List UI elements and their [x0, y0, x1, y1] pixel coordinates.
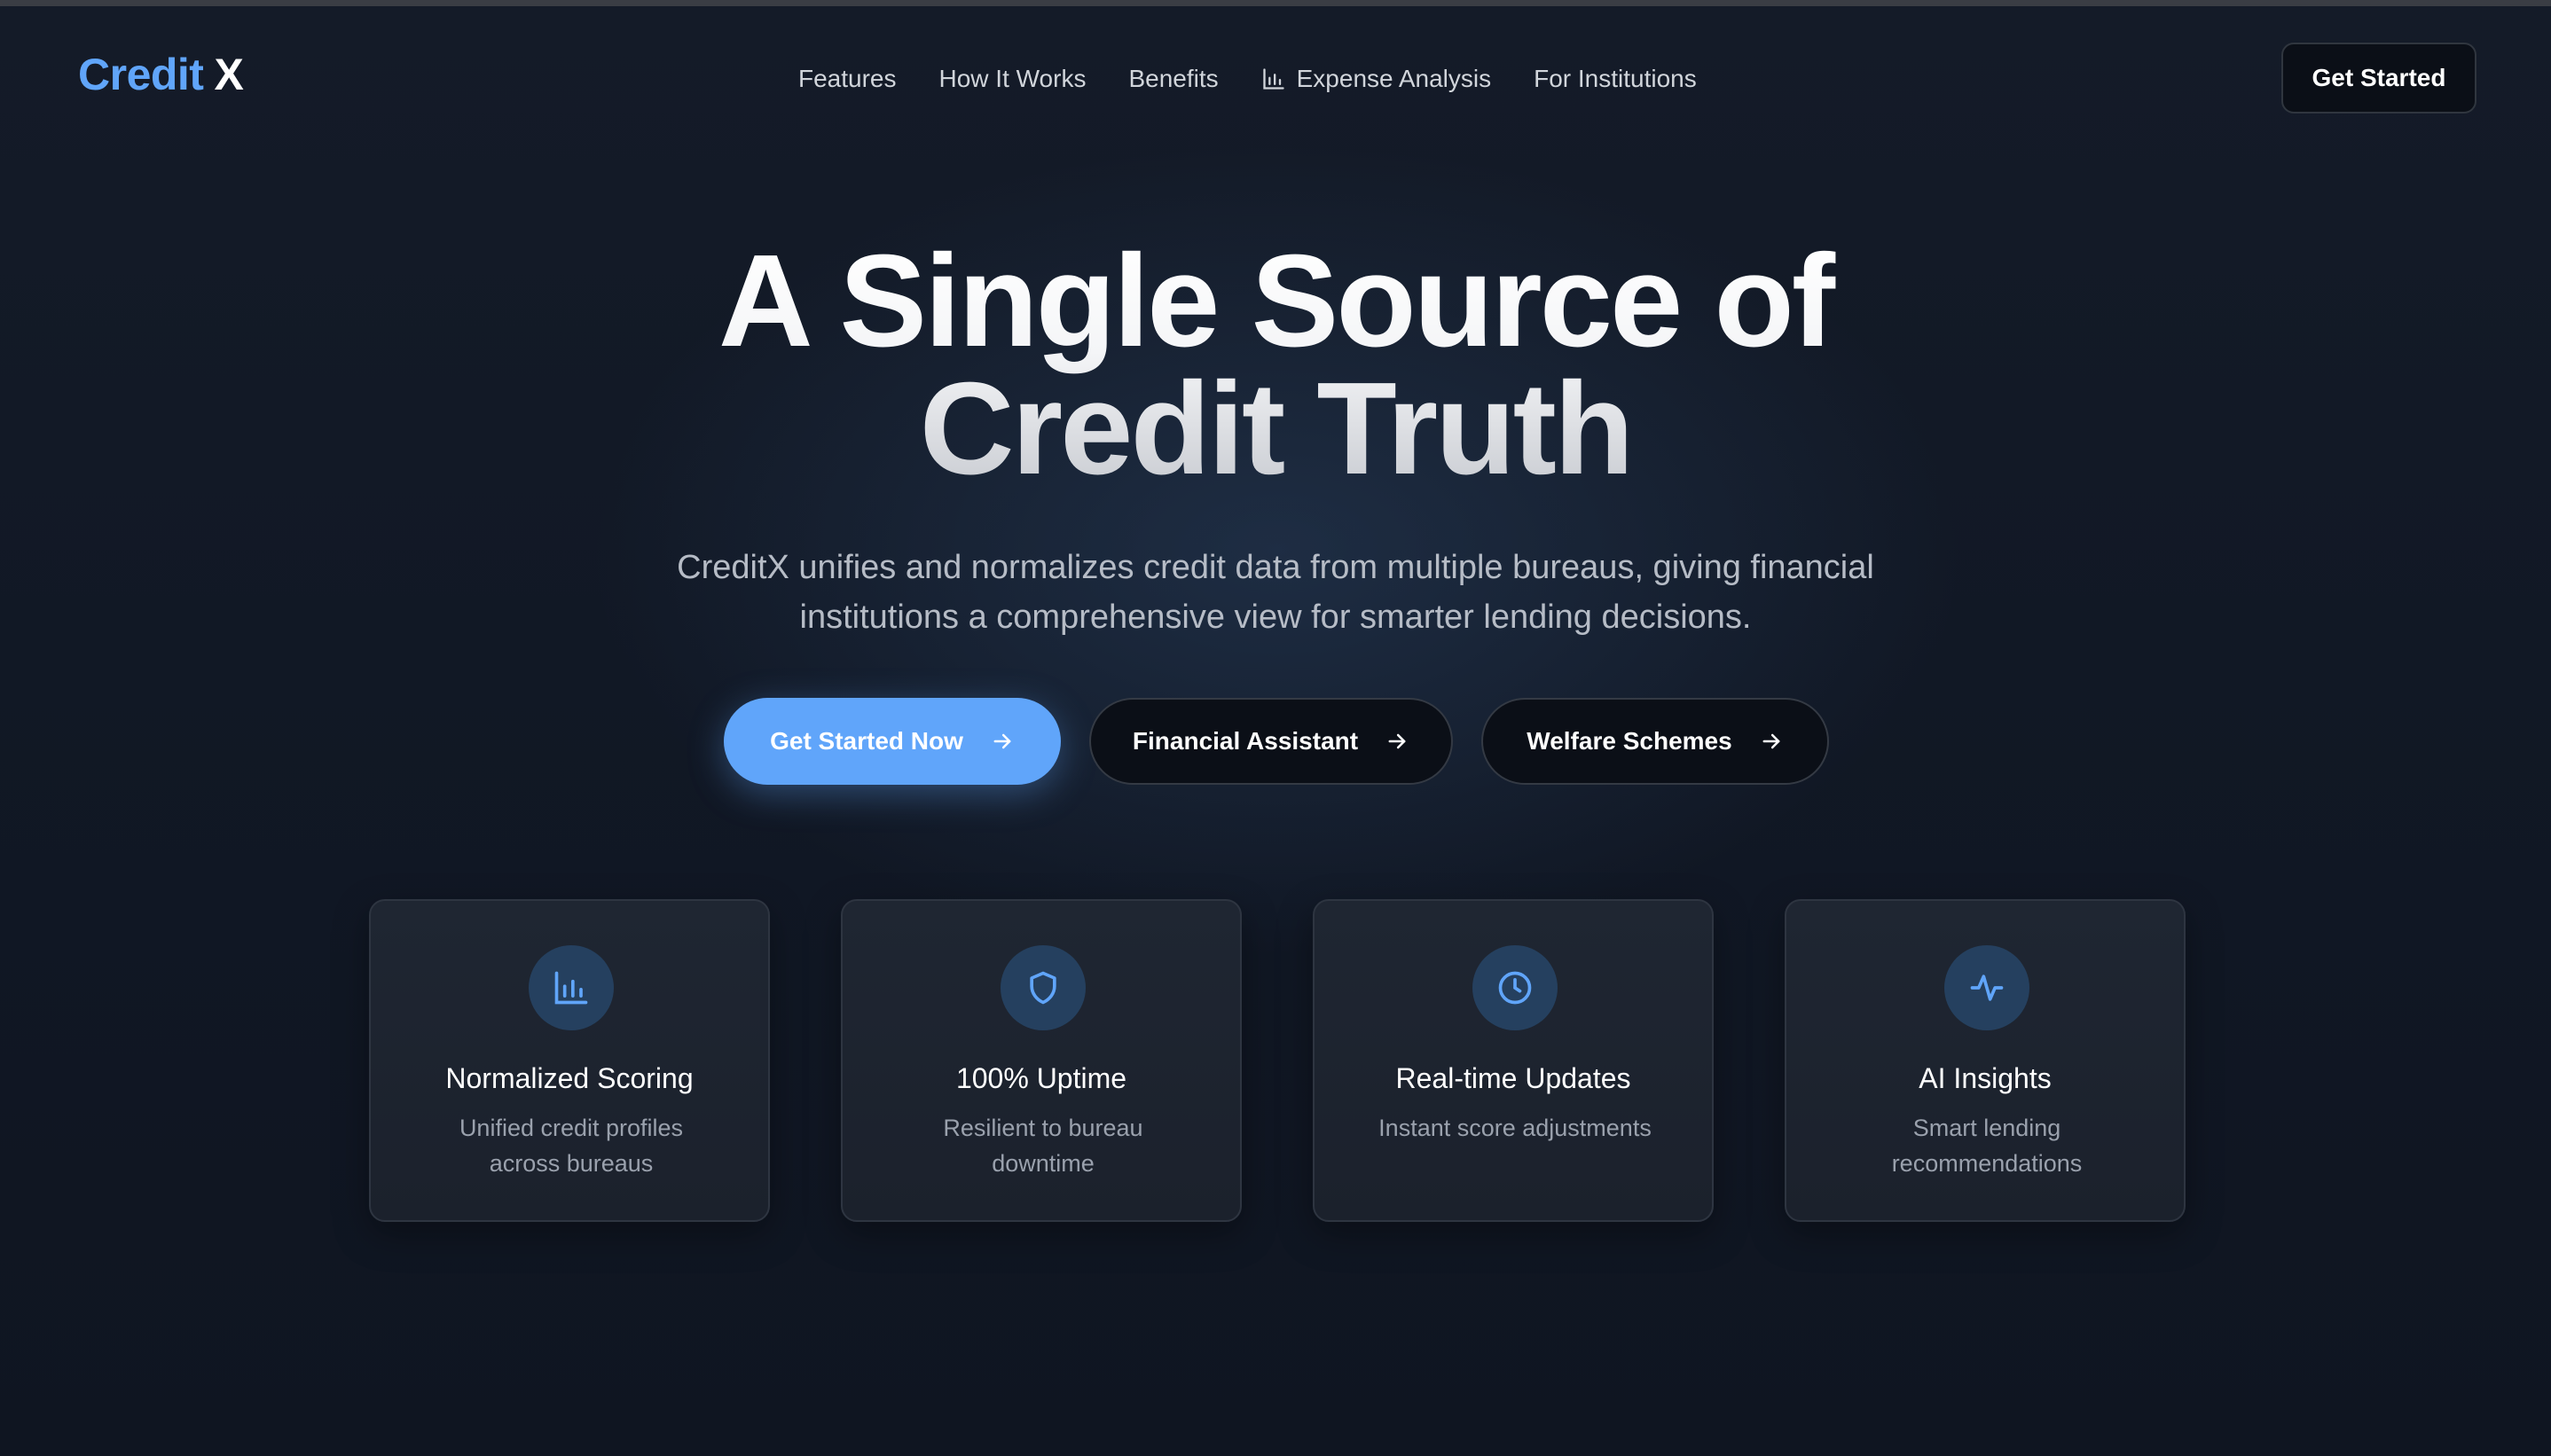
feature-title: AI Insights	[1919, 1062, 2052, 1094]
nav-link-label: Features	[798, 65, 897, 92]
nav-link-label: For Institutions	[1534, 65, 1697, 92]
window-top-strip	[0, 0, 2551, 6]
navbar: Credit X Features How It Works Benefits E…	[0, 6, 2551, 148]
welfare-schemes-button[interactable]: Welfare Schemes	[1481, 698, 1829, 785]
nav-link-benefits[interactable]: Benefits	[1128, 65, 1218, 93]
button-label: Welfare Schemes	[1527, 727, 1732, 755]
nav-link-how-it-works[interactable]: How It Works	[939, 65, 1087, 93]
bar-chart-icon	[1262, 68, 1284, 90]
clock-icon	[1472, 945, 1558, 1030]
nav-link-label: How It Works	[938, 65, 1087, 92]
arrow-right-icon	[990, 729, 1015, 754]
nav-link-label: Expense Analysis	[1296, 65, 1492, 92]
arrow-right-icon	[1759, 729, 1784, 754]
feature-title: Normalized Scoring	[445, 1062, 694, 1094]
feature-description-line2: downtime	[992, 1150, 1095, 1177]
get-started-button[interactable]: Get Started	[2281, 43, 2476, 114]
feature-card-uptime: 100% Uptime Resilient to bureau downtime	[841, 899, 1242, 1222]
feature-card-normalized-scoring: Normalized Scoring Unified credit profil…	[369, 899, 770, 1222]
feature-description: Smart lending recommendations	[1822, 1110, 2152, 1181]
feature-description: Unified credit profiles across bureaus	[406, 1110, 736, 1181]
feature-description-line1: Unified credit profiles	[459, 1115, 684, 1141]
feature-card-real-time-updates: Real-time Updates Instant score adjustme…	[1313, 899, 1714, 1222]
shield-icon	[1001, 945, 1086, 1030]
feature-description: Instant score adjustments	[1350, 1110, 1680, 1146]
arrow-right-icon	[1385, 729, 1409, 754]
feature-description: Resilient to bureau downtime	[878, 1110, 1208, 1181]
nav-link-for-institutions[interactable]: For Institutions	[1534, 65, 1697, 93]
feature-description-line2: across bureaus	[489, 1150, 654, 1177]
bar-chart-icon	[529, 945, 614, 1030]
brand-name-x: X	[214, 50, 244, 99]
feature-title: 100% Uptime	[955, 1062, 1127, 1094]
nav-link-label: Benefits	[1128, 65, 1219, 92]
feature-description-line2: recommendations	[1891, 1150, 2083, 1177]
button-label: Get Started Now	[770, 727, 963, 755]
button-label: Financial Assistant	[1132, 727, 1359, 755]
activity-icon	[1944, 945, 2029, 1030]
feature-description-line1: Smart lending	[1912, 1115, 2061, 1141]
hero-title: A Single Source of Credit Truth	[0, 238, 2551, 493]
feature-title: Real-time Updates	[1395, 1062, 1631, 1094]
financial-assistant-button[interactable]: Financial Assistant	[1089, 698, 1453, 785]
nav-link-features[interactable]: Features	[798, 65, 897, 93]
feature-description-line1: Instant score adjustments	[1378, 1115, 1652, 1141]
hero-title-line2: Credit Truth	[919, 356, 1632, 502]
feature-card-ai-insights: AI Insights Smart lending recommendation…	[1785, 899, 2186, 1222]
feature-description-line1: Resilient to bureau	[943, 1115, 1143, 1141]
hero-subtitle: CreditX unifies and normalizes credit da…	[566, 543, 1985, 642]
hero-subtitle-line1: CreditX unifies and normalizes credit da…	[677, 549, 1874, 586]
get-started-now-button[interactable]: Get Started Now	[724, 698, 1061, 785]
brand-name-credit: Credit	[78, 50, 204, 99]
nav-link-expense-analysis[interactable]: Expense Analysis	[1261, 65, 1491, 93]
hero-subtitle-line2: institutions a comprehensive view for sm…	[799, 599, 1752, 636]
nav-links: Features How It Works Benefits Expense A…	[798, 65, 1739, 93]
hero-title-line1: A Single Source of	[718, 228, 1833, 374]
brand-logo[interactable]: Credit X	[78, 49, 244, 100]
hero-cta-group: Get Started Now Financial Assistant Welf…	[0, 698, 2551, 787]
